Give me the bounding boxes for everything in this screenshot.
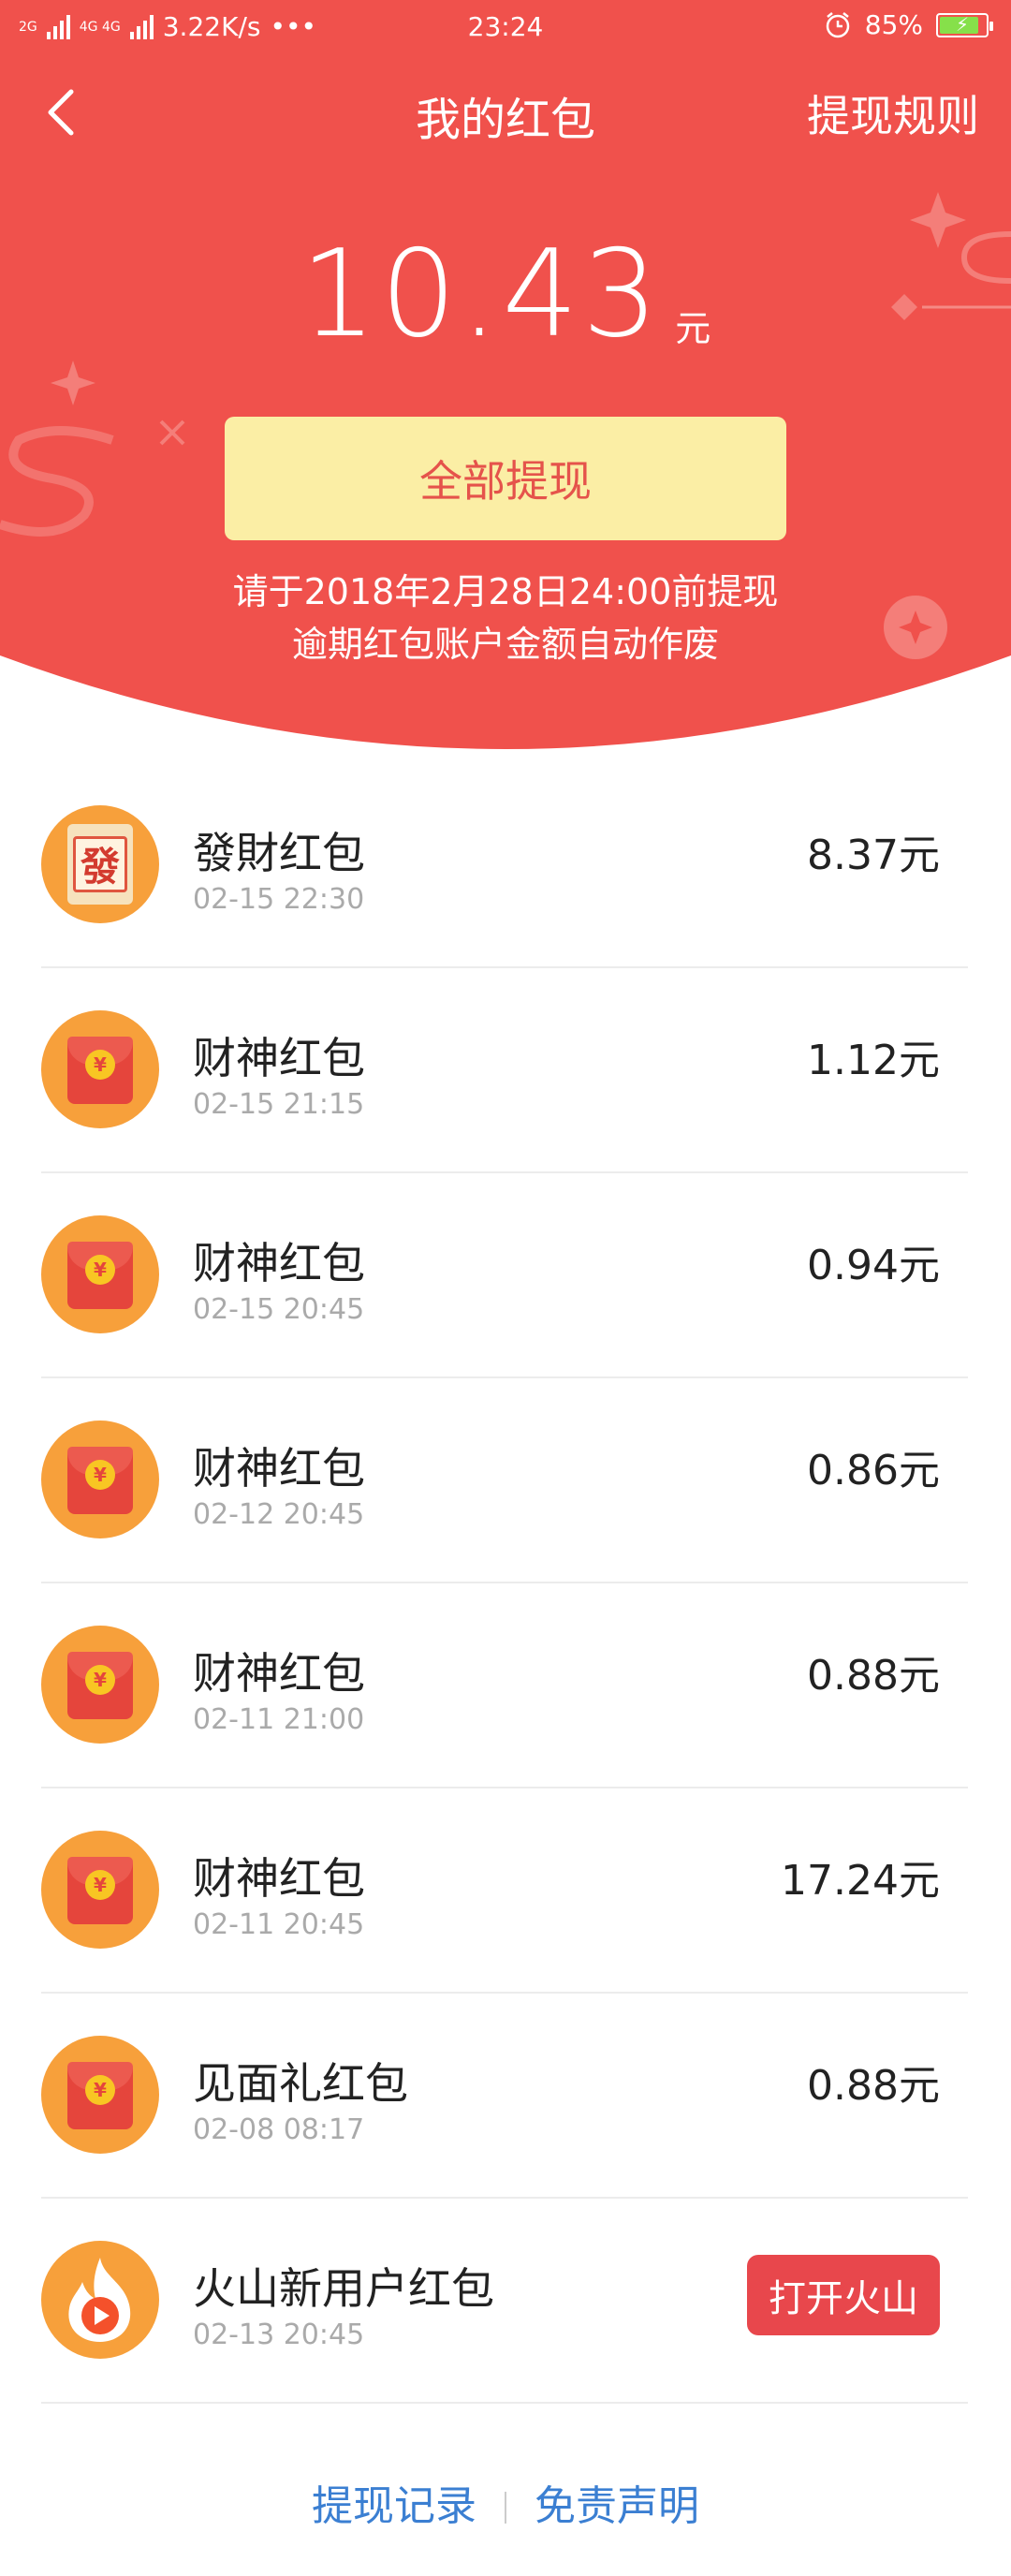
- item-name: 见面礼红包: [193, 2058, 408, 2109]
- balance-amount: 10.43: [300, 225, 663, 364]
- item-name: 發財红包: [193, 828, 365, 878]
- coin-icon: ¥: [85, 1050, 115, 1080]
- coin-icon: ¥: [85, 1870, 115, 1900]
- list-item[interactable]: ¥ 财神红包 02-15 21:15 1.12元: [41, 968, 968, 1173]
- item-value: 17.24元: [781, 1857, 940, 1905]
- item-value: 0.88元: [807, 1652, 940, 1700]
- red-packet-list: 發 發財红包 02-15 22:30 8.37元 ¥ 财神红包 02-15 21…: [41, 763, 968, 2404]
- item-value: 0.94元: [807, 1242, 940, 1289]
- item-value: 0.88元: [807, 2062, 940, 2110]
- avatar: ¥: [41, 1420, 159, 1538]
- coin-icon: ¥: [85, 2075, 115, 2105]
- nav-bar: 我的红包 提现规则: [0, 75, 1011, 150]
- coin-icon: ¥: [85, 1665, 115, 1695]
- battery-icon: ⚡: [936, 12, 993, 37]
- item-name: 财神红包: [193, 1238, 365, 1288]
- balance-unit: 元: [675, 308, 711, 349]
- list-item[interactable]: ¥ 财神红包 02-11 20:45 17.24元: [41, 1788, 968, 1994]
- item-time: 02-15 22:30: [193, 883, 365, 916]
- withdraw-all-button[interactable]: 全部提现: [225, 417, 786, 540]
- list-item[interactable]: ¥ 见面礼红包 02-08 08:17 0.88元: [41, 1994, 968, 2199]
- item-time: 02-12 20:45: [193, 1498, 365, 1531]
- fa-card-icon: 發: [67, 824, 133, 905]
- red-envelope-icon: ¥: [67, 1652, 133, 1719]
- item-value: 0.86元: [807, 1447, 940, 1494]
- status-bar: 2G 4G 4G 3.22K/s ••• 23:24 85% ⚡: [0, 0, 1011, 52]
- item-value: 1.12元: [807, 1037, 940, 1084]
- balance-display: 10.43 元: [0, 225, 1011, 364]
- red-envelope-icon: ¥: [67, 1037, 133, 1104]
- footer-links: 提现记录 免责声明: [0, 2472, 1011, 2532]
- coin-icon: ¥: [85, 1460, 115, 1490]
- item-time: 02-13 20:45: [193, 2318, 365, 2351]
- avatar: ¥: [41, 1010, 159, 1128]
- red-envelope-icon: ¥: [67, 2062, 133, 2129]
- item-time: 02-11 20:45: [193, 1908, 365, 1941]
- alarm-icon: [826, 11, 850, 37]
- avatar: ¥: [41, 1831, 159, 1949]
- avatar: 發: [41, 805, 159, 923]
- list-item[interactable]: 發 發財红包 02-15 22:30 8.37元: [41, 763, 968, 968]
- deadline-notice: 请于2018年2月28日24:00前提现 逾期红包账户金额自动作废: [0, 566, 1011, 670]
- footer-divider: [505, 2492, 506, 2524]
- avatar: [41, 2241, 159, 2359]
- red-envelope-icon: ¥: [67, 1857, 133, 1924]
- withdraw-rules-link[interactable]: 提现规则: [807, 82, 979, 144]
- list-item-huoshan[interactable]: 火山新用户红包 02-13 20:45 打开火山: [41, 2199, 968, 2404]
- item-name: 财神红包: [193, 1648, 365, 1699]
- list-item[interactable]: ¥ 财神红包 02-12 20:45 0.86元: [41, 1378, 968, 1583]
- item-name: 财神红包: [193, 1443, 365, 1494]
- list-item[interactable]: ¥ 财神红包 02-15 20:45 0.94元: [41, 1173, 968, 1378]
- item-time: 02-11 21:00: [193, 1703, 365, 1736]
- coin-icon: ¥: [85, 1255, 115, 1285]
- battery-percent: 85%: [864, 9, 923, 40]
- red-envelope-icon: ¥: [67, 1447, 133, 1514]
- item-name: 财神红包: [193, 1853, 365, 1904]
- deadline-line-1: 请于2018年2月28日24:00前提现: [232, 571, 779, 612]
- item-time: 02-08 08:17: [193, 2113, 365, 2146]
- withdraw-records-link[interactable]: 提现记录: [312, 2482, 476, 2530]
- avatar: ¥: [41, 1626, 159, 1744]
- open-huoshan-button[interactable]: 打开火山: [747, 2255, 940, 2335]
- header-panel: 2G 4G 4G 3.22K/s ••• 23:24 85% ⚡ 我的红包 提现…: [0, 0, 1011, 768]
- list-item[interactable]: ¥ 财神红包 02-11 21:00 0.88元: [41, 1583, 968, 1788]
- disclaimer-link[interactable]: 免责声明: [535, 2482, 699, 2530]
- red-envelope-icon: ¥: [67, 1242, 133, 1309]
- status-right: 85% ⚡: [824, 9, 993, 40]
- item-name: 财神红包: [193, 1033, 365, 1083]
- fa-card-character: 發: [73, 836, 127, 892]
- huoshan-flame-icon: [68, 2258, 131, 2342]
- avatar: ¥: [41, 2036, 159, 2154]
- item-time: 02-15 20:45: [193, 1293, 365, 1326]
- item-name: 火山新用户红包: [193, 2263, 494, 2314]
- item-value: 8.37元: [807, 832, 940, 879]
- deadline-line-2: 逾期红包账户金额自动作废: [291, 624, 719, 665]
- item-time: 02-15 21:15: [193, 1088, 365, 1121]
- avatar: ¥: [41, 1215, 159, 1333]
